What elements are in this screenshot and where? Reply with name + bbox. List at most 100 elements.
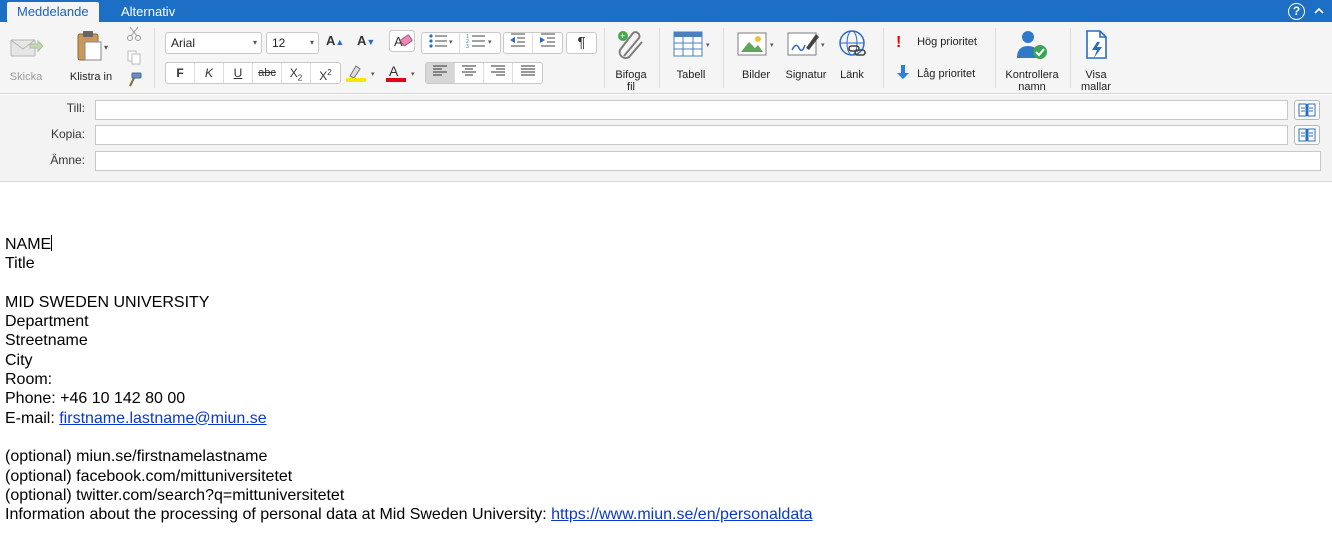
address-book-to-button[interactable] (1294, 100, 1320, 120)
view-templates-button[interactable]: Visa mallar (1076, 28, 1116, 93)
check-names-button[interactable]: Kontrollera namn (1002, 28, 1062, 93)
signature-label: Signatur (785, 69, 827, 81)
subscript-button[interactable]: X2 (282, 63, 311, 83)
signature-name-line: NAME (5, 235, 813, 254)
address-book-cc-button[interactable] (1294, 125, 1320, 145)
svg-text:+: + (620, 31, 625, 41)
align-center-button[interactable] (455, 63, 484, 83)
font-name-value: Arial (171, 36, 196, 50)
justify-button[interactable] (513, 63, 542, 83)
svg-text:▾: ▾ (411, 71, 415, 78)
font-color-icon[interactable]: A ▾ (384, 63, 420, 86)
signature-button[interactable]: ▾ Signatur (783, 28, 829, 81)
send-icon: ▾ (4, 28, 52, 67)
send-label: Skicka (9, 71, 43, 83)
attach-label-1: Bifoga (615, 69, 647, 81)
optional-twitter: (optional) twitter.com/search?q=mittuniv… (5, 486, 345, 504)
tab-message[interactable]: Meddelande (7, 2, 99, 22)
svg-text:3: 3 (466, 44, 469, 49)
cut-icon[interactable] (126, 26, 142, 45)
link-button[interactable]: Länk (834, 28, 870, 81)
align-left-button[interactable] (426, 63, 455, 83)
ribbon-separator (604, 28, 605, 88)
check-names-label-1: Kontrollera (1005, 69, 1059, 81)
collapse-ribbon-icon[interactable] (1312, 4, 1326, 18)
high-priority-label: Hög prioritet (917, 36, 977, 48)
italic-button[interactable]: K (195, 63, 224, 83)
bullet-list-button[interactable]: ▾ (422, 33, 460, 53)
paragraph-group: ¶ (566, 32, 597, 54)
signature-room: Room: (5, 371, 53, 389)
numbered-list-button[interactable]: 1 2 3 ▾ (460, 33, 500, 53)
signature-icon: ▾ (783, 28, 829, 65)
check-names-label-2: namn (1018, 81, 1046, 93)
svg-text:▾: ▾ (371, 71, 375, 78)
help-icon[interactable]: ? (1288, 3, 1305, 20)
templates-label-1: Visa (1085, 69, 1107, 81)
shrink-font-icon[interactable]: A▼ (357, 33, 375, 48)
templates-icon (1076, 28, 1116, 65)
subject-field[interactable] (95, 151, 1321, 171)
font-name-select[interactable]: Arial ▾ (165, 32, 262, 54)
ribbon-separator (995, 28, 996, 88)
bold-button[interactable]: F (166, 63, 195, 83)
low-priority-button[interactable]: Låg prioritet (896, 64, 975, 83)
pictures-label: Bilder (741, 69, 771, 81)
picture-icon: ▾ (734, 28, 778, 65)
optional-facebook: (optional) facebook.com/mittuniversitete… (5, 467, 293, 485)
show-formatting-button[interactable]: ¶ (567, 33, 596, 53)
table-icon: ▾ (668, 28, 714, 65)
address-book-icon (1295, 103, 1319, 122)
chevron-down-icon: ▾ (252, 38, 257, 47)
high-priority-button[interactable]: ! Hög prioritet (896, 34, 977, 52)
clear-formatting-icon[interactable]: A (389, 30, 415, 55)
exclamation-icon: ! (896, 34, 902, 51)
alignment-buttons (425, 62, 543, 84)
strikethrough-button[interactable]: abc (253, 63, 282, 83)
email-link[interactable]: firstname.lastname@miun.se (59, 410, 266, 427)
message-body[interactable]: NAME Title MID SWEDEN UNIVERSITY Departm… (0, 183, 1332, 555)
underline-button[interactable]: U (224, 63, 253, 83)
grow-font-icon[interactable]: A▲ (326, 33, 344, 48)
text-cursor (51, 235, 53, 251)
table-button[interactable]: ▾ Tabell (668, 28, 714, 81)
attach-file-button[interactable]: + Bifoga fil (611, 28, 651, 93)
optional-web: (optional) miun.se/firstnamelastname (5, 448, 268, 466)
indent-buttons (503, 32, 563, 54)
ribbon-separator (659, 28, 660, 88)
privacy-line: Information about the processing of pers… (5, 505, 813, 524)
subscript-label: X (289, 66, 298, 80)
format-painter-icon[interactable] (126, 72, 142, 91)
svg-text:▾: ▾ (104, 43, 108, 52)
message-header-fields: Till: Kopia: Ämne: (0, 95, 1332, 182)
decrease-indent-button[interactable] (504, 33, 533, 53)
attach-label-2: fil (627, 81, 635, 93)
superscript-button[interactable]: X2 (311, 63, 340, 83)
low-priority-label: Låg prioritet (917, 68, 976, 80)
svg-text:▾: ▾ (770, 42, 774, 49)
text-style-buttons: F K U abc X2 X2 (165, 62, 341, 84)
svg-text:A: A (389, 63, 399, 79)
ribbon-separator (154, 28, 155, 88)
paste-button[interactable]: ▾ Klistra in (65, 28, 117, 83)
increase-indent-button[interactable] (533, 33, 562, 53)
ribbon-separator (723, 28, 724, 88)
email-label: E-mail: (5, 409, 60, 427)
privacy-link[interactable]: https://www.miun.se/en/personaldata (551, 506, 812, 523)
align-right-button[interactable] (484, 63, 513, 83)
to-field[interactable] (95, 100, 1288, 120)
paste-label: Klistra in (69, 71, 113, 83)
font-size-select[interactable]: 12 ▾ (266, 32, 319, 54)
svg-text:▾: ▾ (706, 42, 710, 49)
tab-options[interactable]: Alternativ (111, 2, 185, 22)
pictures-button[interactable]: ▾ Bilder (734, 28, 778, 81)
highlight-color-icon[interactable]: ▾ (344, 63, 380, 86)
signature-university: MID SWEDEN UNIVERSITY (5, 293, 210, 311)
cc-field[interactable] (95, 125, 1288, 145)
ribbon-tab-bar: Meddelande Alternativ ? (0, 0, 1332, 22)
copy-icon[interactable] (126, 49, 142, 68)
subject-label: Ämne: (50, 153, 85, 167)
send-button[interactable]: ▾ Skicka (4, 28, 52, 83)
